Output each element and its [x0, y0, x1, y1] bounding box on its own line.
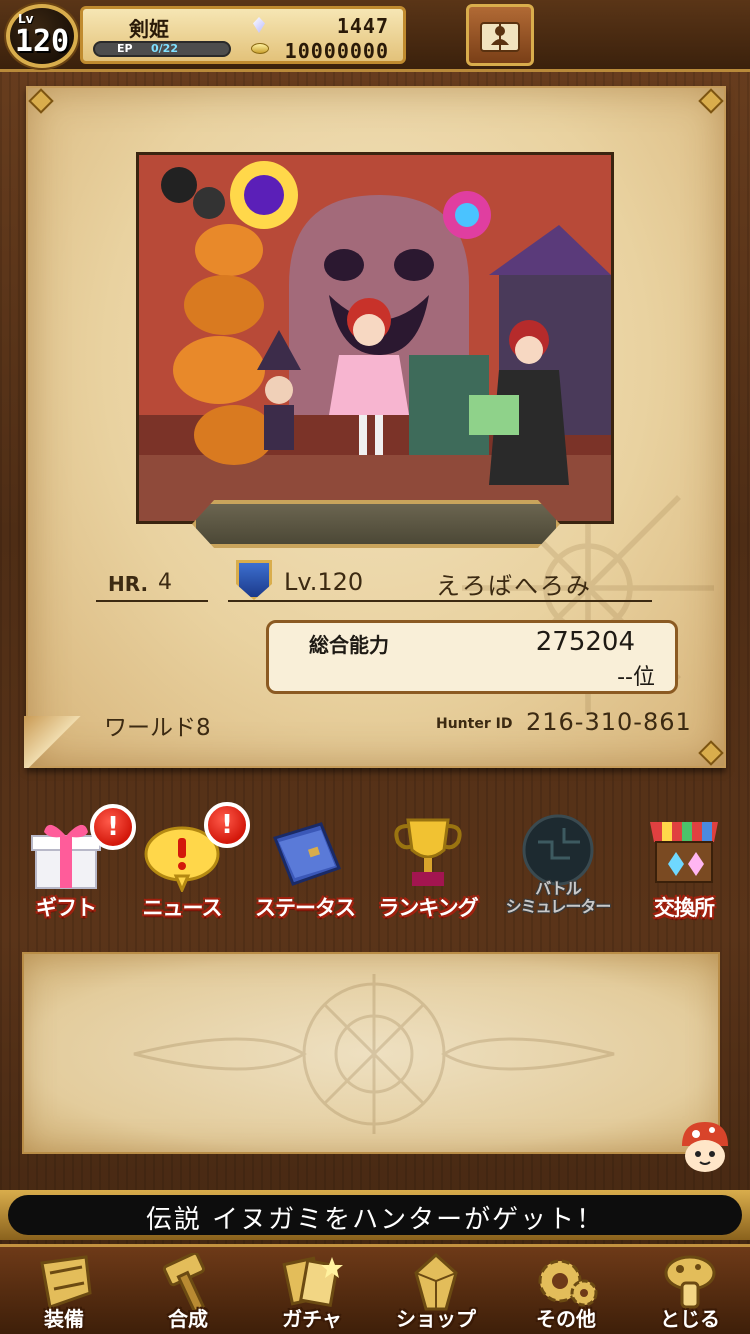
nav-other-button[interactable]: その他 [506, 1247, 626, 1334]
news-ticker: 伝説 イヌガミをハンターがゲット！ [0, 1190, 750, 1240]
ornament-icon [133, 974, 615, 1134]
menu-battle-simulator-button: バトル シミュレーター [498, 800, 618, 926]
menu-battle-simulator-label: バトル シミュレーター [505, 879, 612, 916]
nav-shop-button[interactable]: ショップ [376, 1247, 496, 1334]
menu-exchange-label: 交換所 [654, 896, 715, 920]
total-power-value: 275204 [535, 627, 635, 657]
nav-close-label: とじる [660, 1307, 720, 1331]
total-power-box: 総合能力 275204 --位 [266, 620, 678, 694]
nav-close-button[interactable]: とじる [630, 1247, 750, 1334]
menu-ranking-button[interactable]: ランキング [368, 800, 488, 926]
nav-shop-label: ショップ [396, 1307, 476, 1331]
hr-divider [96, 600, 208, 602]
gem-icon [253, 17, 265, 33]
player-info-panel: 剣姫 EP 0/22 1447 10000000 [80, 6, 406, 64]
halloween-scene-illustration [139, 155, 611, 521]
page-curl [24, 716, 84, 768]
news-alert-badge: ! [204, 802, 250, 848]
world-name: ワールド8 [104, 715, 211, 741]
ticker-track: 伝説 イヌガミをハンターがゲット！ [8, 1195, 742, 1235]
total-power-label: 総合能力 [309, 633, 389, 657]
profile-book-button[interactable] [466, 4, 534, 66]
gem-count: 1447 [336, 14, 389, 38]
hunter-rank-value: 4 [158, 570, 172, 595]
player-level-text: Lv.120 [284, 568, 364, 596]
menu-status-label: ステータス [255, 896, 356, 920]
corner-gem-icon [698, 88, 724, 114]
level-badge: Lv 120 [6, 4, 78, 68]
menu-news-label: ニュース [142, 896, 223, 920]
top-status-bar: Lv 120 剣姫 EP 0/22 1447 10000000 [0, 0, 750, 72]
nav-gacha-label: ガチャ [282, 1307, 342, 1331]
ticker-text: 伝説 イヌガミをハンターがゲット！ [145, 1205, 605, 1235]
nav-synthesis-button[interactable]: 合成 [128, 1247, 248, 1334]
nav-other-label: その他 [536, 1307, 596, 1331]
hunter-id-value: 216-310-861 [526, 708, 692, 736]
menu-row: ギフト ! ニュース ! ステータス ランキング バトル シミュレーター 交換所 [0, 800, 750, 930]
coin-icon [251, 43, 269, 54]
menu-exchange-button[interactable]: 交換所 [624, 800, 744, 926]
corner-gem-icon [698, 740, 724, 766]
menu-gift-button[interactable]: ギフト ! [6, 800, 136, 926]
player-name: えろばへろみ [436, 572, 592, 600]
bottom-nav: 装備 合成 ガチャ ショップ その他 とじる [0, 1244, 750, 1334]
hunter-rank-label: HR. [108, 572, 149, 596]
nav-gacha-button[interactable]: ガチャ [252, 1247, 372, 1334]
ep-value: 0/22 [151, 42, 178, 55]
mascot-icon[interactable] [676, 1118, 734, 1174]
notice-panel [22, 952, 720, 1154]
character-nameplate [192, 500, 560, 548]
nav-equipment-label: 装備 [44, 1307, 84, 1331]
ep-label: EP [117, 42, 133, 55]
shop-stall-icon [650, 822, 718, 883]
player-title: 剣姫 [129, 17, 169, 41]
book-icon [480, 22, 520, 52]
corner-gem-icon [28, 88, 54, 114]
hunter-id-label: Hunter ID [436, 716, 513, 732]
menu-news-button[interactable]: ニュース ! [122, 800, 250, 926]
total-power-rank: --位 [617, 665, 655, 690]
character-scene-image [136, 152, 614, 524]
player-level: 120 [14, 24, 70, 59]
menu-ranking-label: ランキング [378, 896, 478, 920]
trophy-icon [394, 818, 462, 886]
menu-status-button[interactable]: ステータス [245, 800, 365, 926]
nav-equipment-button[interactable]: 装備 [4, 1247, 124, 1334]
name-divider [228, 600, 652, 602]
ep-bar: EP 0/22 [93, 41, 231, 57]
nav-synthesis-label: 合成 [168, 1307, 208, 1331]
book-icon [273, 822, 341, 886]
coin-count: 10000000 [284, 39, 389, 63]
